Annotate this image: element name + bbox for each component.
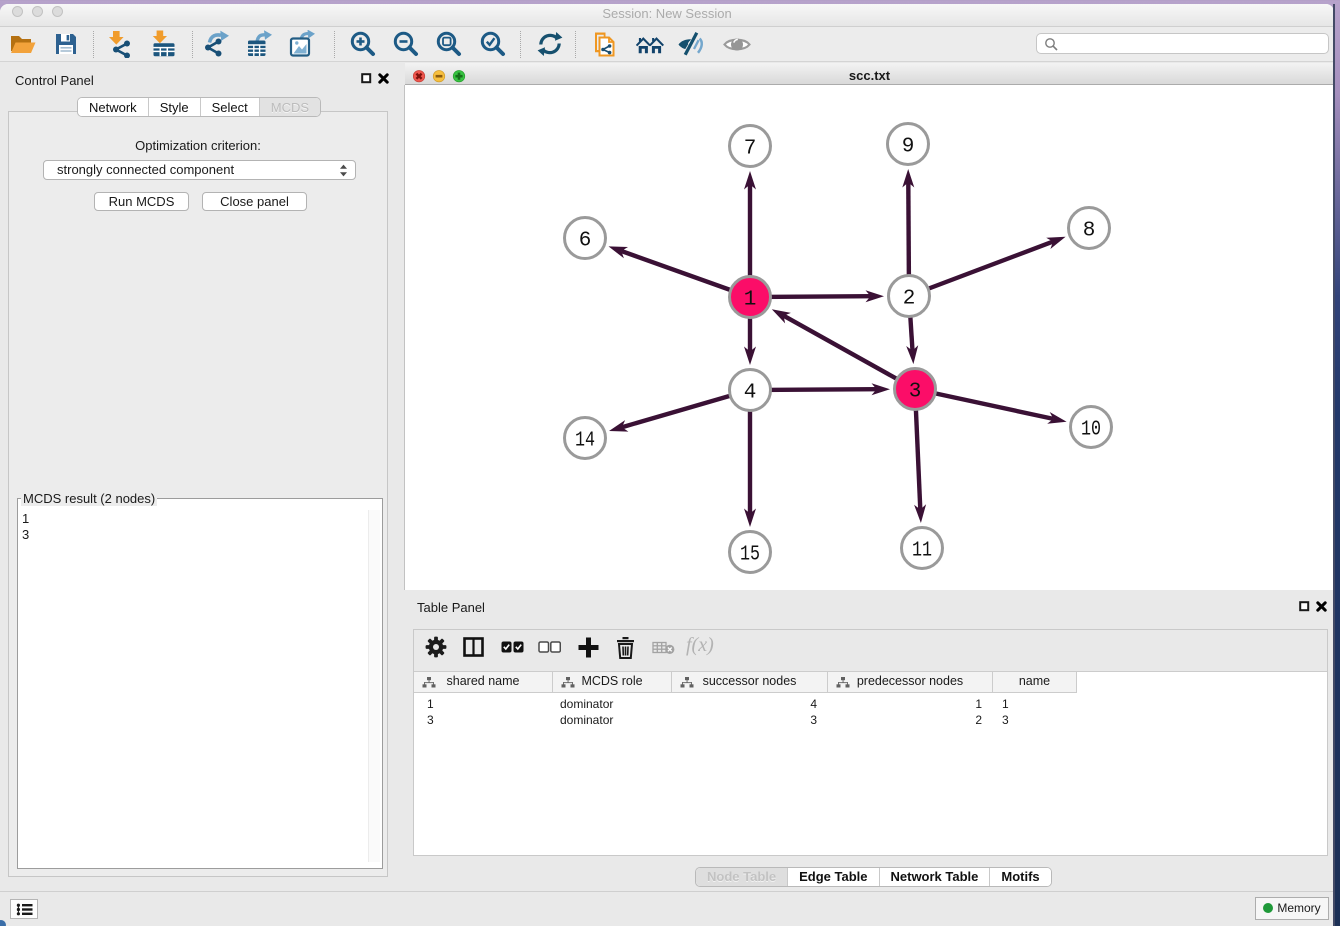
svg-text:8: 8: [1083, 220, 1096, 243]
svg-text:15: 15: [740, 544, 760, 567]
svg-text:6: 6: [579, 230, 592, 253]
svg-text:9: 9: [902, 136, 915, 159]
svg-text:3: 3: [909, 381, 922, 404]
svg-text:4: 4: [744, 382, 757, 405]
svg-text:7: 7: [744, 138, 757, 161]
svg-text:1: 1: [744, 289, 757, 312]
svg-text:10: 10: [1081, 419, 1101, 442]
svg-text:2: 2: [903, 288, 916, 311]
svg-text:11: 11: [912, 540, 932, 563]
svg-text:14: 14: [575, 430, 595, 453]
